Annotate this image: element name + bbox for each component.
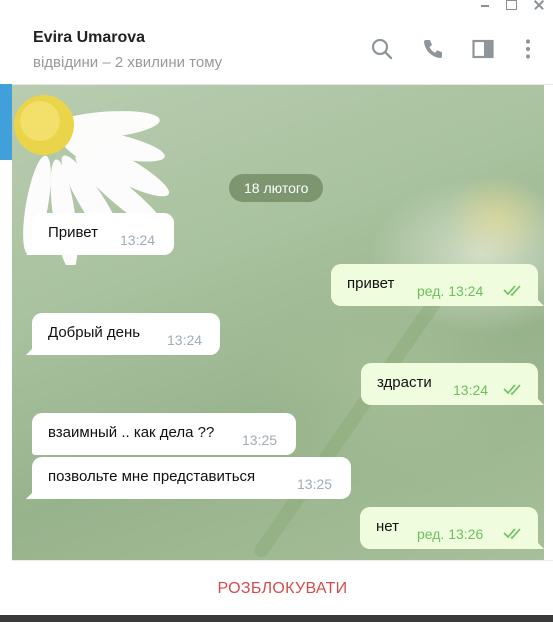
message-time: 13:25 xyxy=(242,432,278,448)
close-icon[interactable] xyxy=(532,0,546,12)
double-check-icon xyxy=(503,285,521,297)
message-bubble-incoming[interactable]: взаимный .. как дела ?? 13:25 xyxy=(32,413,296,455)
search-icon xyxy=(371,38,393,60)
message-bubble-incoming[interactable]: позвольте мне представиться 13:25 xyxy=(32,457,351,499)
message-time: ред. 13:24 xyxy=(417,283,484,299)
message-text: Добрый день xyxy=(48,324,141,341)
message-time: 13:24 xyxy=(453,382,489,398)
phone-icon xyxy=(424,40,442,58)
message-text: привет xyxy=(347,275,395,292)
window-titlebar xyxy=(0,0,553,14)
double-check-icon xyxy=(503,384,521,396)
message-bubble-outgoing[interactable]: нет ред. 13:26 xyxy=(360,507,538,549)
message-bubble-outgoing[interactable]: здрасти 13:24 xyxy=(361,363,538,405)
search-button[interactable] xyxy=(369,36,395,62)
message-text: Привет xyxy=(48,224,99,241)
message-time: 13:25 xyxy=(297,476,333,492)
call-button[interactable] xyxy=(420,36,446,62)
peer-name[interactable]: Evira Umarova xyxy=(33,29,145,47)
peer-status: відвідини – 2 хвилини тому xyxy=(33,54,223,71)
message-text: нет xyxy=(376,518,399,535)
more-vertical-icon xyxy=(525,39,531,59)
unblock-button[interactable]: РОЗБЛОКУВАТИ xyxy=(12,561,553,616)
message-bubble-incoming[interactable]: Привет 13:24 xyxy=(32,213,174,255)
more-options-button[interactable] xyxy=(515,36,541,62)
minimize-icon[interactable] xyxy=(478,0,492,12)
message-text: позвольте мне представиться xyxy=(48,468,256,485)
double-check-icon xyxy=(503,528,521,540)
date-separator: 18 лютого xyxy=(229,174,324,202)
message-bubble-incoming[interactable]: Добрый день 13:24 xyxy=(32,313,220,355)
selected-chat-indicator xyxy=(0,84,12,160)
message-bubble-outgoing[interactable]: привет ред. 13:24 xyxy=(331,264,538,306)
message-time: 13:24 xyxy=(167,332,203,348)
chat-footer: РОЗБЛОКУВАТИ xyxy=(12,560,553,615)
maximize-icon[interactable] xyxy=(504,0,518,12)
message-history[interactable]: 18 лютого Привет 13:24 привет ред. 13:24… xyxy=(12,85,544,560)
message-time: ред. 13:26 xyxy=(417,526,484,542)
message-text: взаимный .. как дела ?? xyxy=(48,424,215,441)
window-bottom-edge xyxy=(0,615,553,622)
side-panel-icon xyxy=(472,39,494,59)
message-time: 13:24 xyxy=(120,232,156,248)
toggle-side-panel-button[interactable] xyxy=(470,36,496,62)
message-text: здрасти xyxy=(377,374,432,391)
chat-scrollbar[interactable] xyxy=(544,85,553,560)
chat-header: Evira Umarova відвідини – 2 хвилини тому xyxy=(12,14,553,85)
